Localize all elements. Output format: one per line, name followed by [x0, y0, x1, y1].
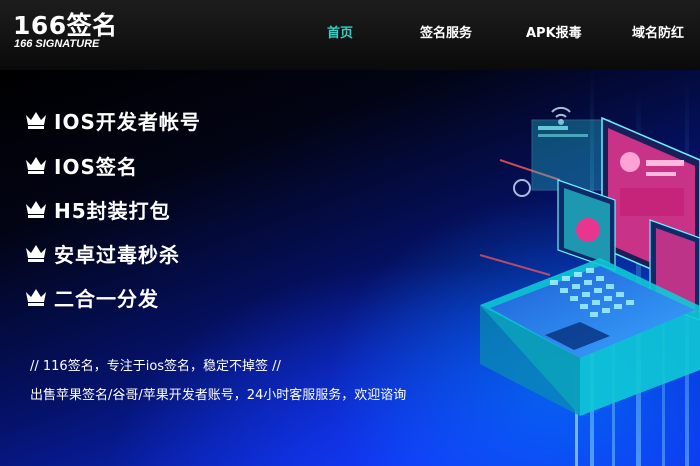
hero-banner: IOS开发者帐号 IOS签名 H5封装打包 安卓过毒秒杀 二合一分发 // 11…	[0, 70, 700, 466]
crown-icon	[26, 112, 46, 129]
site-header: 166签名 166 SIGNATURE 首页 签名服务 APK报毒 域名防红	[0, 0, 700, 70]
feature-item: 二合一分发	[24, 282, 159, 312]
feature-item: IOS开发者帐号	[24, 105, 201, 135]
feature-label: 二合一分发	[54, 286, 159, 311]
feature-item: H5封装打包	[24, 194, 171, 224]
nav-signature-service[interactable]: 签名服务	[420, 22, 472, 41]
logo[interactable]: 166签名	[13, 6, 118, 42]
nav-apk-report[interactable]: APK报毒	[526, 22, 582, 41]
feature-label: IOS签名	[54, 154, 138, 179]
crown-icon	[26, 201, 46, 218]
feature-label: 安卓过毒秒杀	[54, 242, 180, 267]
feature-label: IOS开发者帐号	[54, 109, 201, 134]
nav-domain-protect[interactable]: 域名防红	[632, 22, 684, 41]
tagline-primary: // 116签名，专注于ios签名，稳定不掉签 //	[30, 359, 281, 374]
feature-item: IOS签名	[24, 150, 138, 180]
laptop-illustration	[479, 70, 700, 466]
crown-icon	[26, 289, 46, 306]
crown-icon	[26, 157, 46, 174]
tagline-secondary: 出售苹果签名/谷哥/苹果开发者账号，24小时客服服务，欢迎谘询	[30, 388, 407, 403]
feature-label: H5封装打包	[54, 198, 171, 223]
crown-icon	[26, 245, 46, 262]
nav-home[interactable]: 首页	[327, 22, 353, 41]
feature-item: 安卓过毒秒杀	[24, 238, 180, 268]
logo-subtitle: 166 SIGNATURE	[14, 38, 100, 50]
